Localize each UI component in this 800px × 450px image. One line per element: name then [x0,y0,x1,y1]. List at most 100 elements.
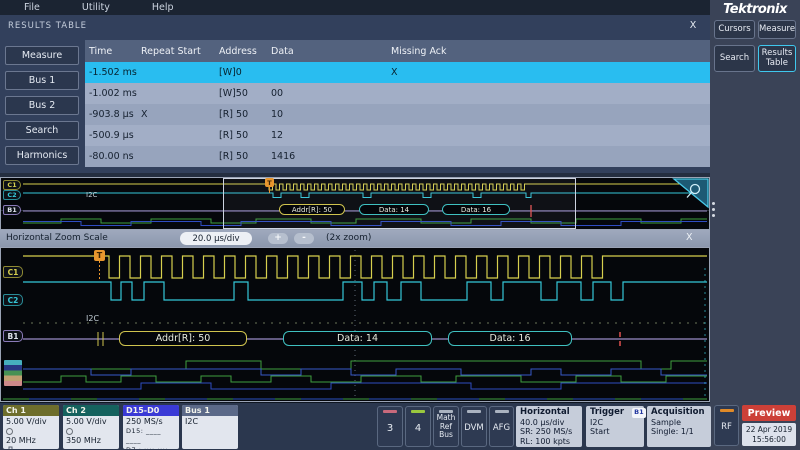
cell-address: [R] 50 [219,109,271,120]
bus-badge-b1[interactable]: B1 [3,205,21,215]
menu-item-file[interactable]: File [24,2,40,13]
ch2-bandwidth: 350 MHz [66,436,116,446]
ch4-label: 4 [406,423,430,434]
probe-icon [6,428,13,435]
trigger-mode: Start [590,427,640,437]
probe-icon [66,428,73,435]
button-stripe [495,410,509,413]
waveform-main[interactable]: C1 C2 B1 I2C T Addr[R]: 50 Data: 14 Data… [0,247,710,402]
close-icon[interactable]: X [686,232,693,243]
date-label: 22 Apr 2019 [742,425,796,435]
ch2-badge-title: Ch 2 [63,405,119,416]
acquisition-mode: Sample [651,418,707,428]
acquisition-panel[interactable]: Acquisition Sample Single: 1/1 [647,406,711,447]
horizontal-title: Horizontal [520,408,578,418]
digital-group-label[interactable] [4,360,22,386]
trigger-marker[interactable]: T [94,250,105,261]
bus-type-label: I2C [86,191,97,199]
zoom-out-button[interactable]: - [294,233,314,244]
menu-bar: File Utility Help [0,0,710,15]
search-button[interactable]: Search [714,45,755,72]
digital-badge[interactable]: D15-D0 250 MS/s D15: ____ ____ D7 : ::::… [123,405,179,449]
menu-item-utility[interactable]: Utility [82,2,110,13]
trigger-type: I2C [590,418,640,428]
digital-badge-title: D15-D0 [123,405,179,416]
cell-time: -903.8 µs [89,109,141,120]
tektronix-logo: Tektronix [710,2,800,17]
table-row[interactable]: -80.00 ns [R] 50 1416 [85,146,710,167]
cell-address: [W]0 [219,67,271,78]
channel-badge-c2[interactable]: C2 [3,190,21,200]
dvm-button[interactable]: DVM [461,406,487,447]
rf-button[interactable]: RF [714,405,739,446]
ch2-scale: 5.00 V/div [66,417,116,427]
afg-button[interactable]: AFG [489,406,514,447]
time-label: 15:56:00 [742,435,796,445]
cell-time: -80.00 ns [89,151,141,162]
waveform-overview[interactable]: C1 C2 B1 I2C T Addr[R]: 50 Data: 14 Data… [0,177,710,230]
cell-time: -1.002 ms [89,88,141,99]
results-table: Time Repeat Start Address Data Missing A… [85,40,710,167]
channel-badge-c1[interactable]: C1 [3,266,23,278]
acquisition-status: Single: 1/1 [651,427,707,437]
close-icon[interactable]: X [686,19,700,33]
zoom-bar-label: Horizontal Zoom Scale [6,233,108,243]
zoom-in-button[interactable]: + [268,233,288,244]
channel-badge-c1[interactable]: C1 [3,180,21,190]
ch3-button[interactable]: 3 [377,406,403,447]
cell-time: -1.502 ms [89,67,141,78]
tab-measure[interactable]: Measure [5,46,79,65]
ch1-badge-title: Ch 1 [3,405,59,416]
decode-box-data1: Data: 14 [359,204,429,215]
horizontal-record-length: RL: 100 kpts [520,437,578,447]
col-data: Data [271,46,391,57]
cell-data: 00 [271,88,391,99]
decode-box-data1: Data: 14 [283,331,432,346]
measure-button[interactable]: Measure [758,20,796,39]
tab-search[interactable]: Search [5,121,79,140]
horizontal-sample-rate: SR: 250 MS/s [520,427,578,437]
ch1-badge[interactable]: Ch 1 5.00 V/div 20 MHz [3,405,59,449]
preview-button[interactable]: Preview [742,405,796,421]
trigger-marker[interactable]: T [265,178,274,187]
results-table-panel: RESULTS TABLE X Measure Bus 1 Bus 2 Sear… [0,15,710,173]
table-row[interactable]: -500.9 µs [R] 50 12 [85,125,710,146]
bandwidth-limit-icon [6,446,14,450]
ch4-button[interactable]: 4 [405,406,431,447]
decode-box-data2: Data: 16 [448,331,572,346]
horizontal-panel[interactable]: Horizontal 40.0 µs/div SR: 250 MS/s RL: … [516,406,582,447]
decode-box-address: Addr[R]: 50 [119,331,247,346]
digital-d7-activity: D7 : :::: :::: [126,446,176,450]
zoom-scale-value[interactable]: 20.0 µs/div [180,232,252,245]
results-table-button[interactable]: Results Table [758,45,796,72]
bus-badge-b1[interactable]: B1 [3,330,23,342]
table-row[interactable]: -1.002 ms [W]50 00 [85,83,710,104]
digital-sample-rate: 250 MS/s [126,417,176,427]
decode-box-address: Addr[R]: 50 [279,204,345,215]
col-missing-ack: Missing Ack [391,46,710,57]
trigger-panel[interactable]: Trigger B1 I2C Start [586,406,644,447]
math-ref-bus-button[interactable]: Math Ref Bus [433,406,459,447]
tab-bus2[interactable]: Bus 2 [5,96,79,115]
table-row[interactable]: -903.8 µs X [R] 50 10 [85,104,710,125]
col-address: Address [219,46,271,57]
kebab-menu-icon[interactable] [712,202,715,220]
bottom-bar: Ch 1 5.00 V/div 20 MHz Ch 2 5.00 V/div 3… [0,402,710,450]
ch1-scale: 5.00 V/div [6,417,56,427]
cursors-button[interactable]: Cursors [714,20,755,39]
bus1-badge[interactable]: Bus 1 I2C [182,405,238,449]
bus1-type: I2C [185,417,235,427]
cell-data: 1416 [271,151,391,162]
table-row[interactable]: -1.502 ms [W]0 X [85,62,710,83]
bus1-badge-title: Bus 1 [182,405,238,416]
tab-harmonics[interactable]: Harmonics [5,146,79,165]
table-header: Time Repeat Start Address Data Missing A… [85,40,710,62]
tab-bus1[interactable]: Bus 1 [5,71,79,90]
channel-badge-c2[interactable]: C2 [3,294,23,306]
ch3-color-stripe [383,410,397,413]
trigger-title: Trigger [590,408,624,418]
decode-box-data2: Data: 16 [442,204,510,215]
menu-item-help[interactable]: Help [152,2,174,13]
digital-d15-activity: D15: ____ ____ [126,427,176,446]
ch2-badge[interactable]: Ch 2 5.00 V/div 350 MHz [63,405,119,449]
